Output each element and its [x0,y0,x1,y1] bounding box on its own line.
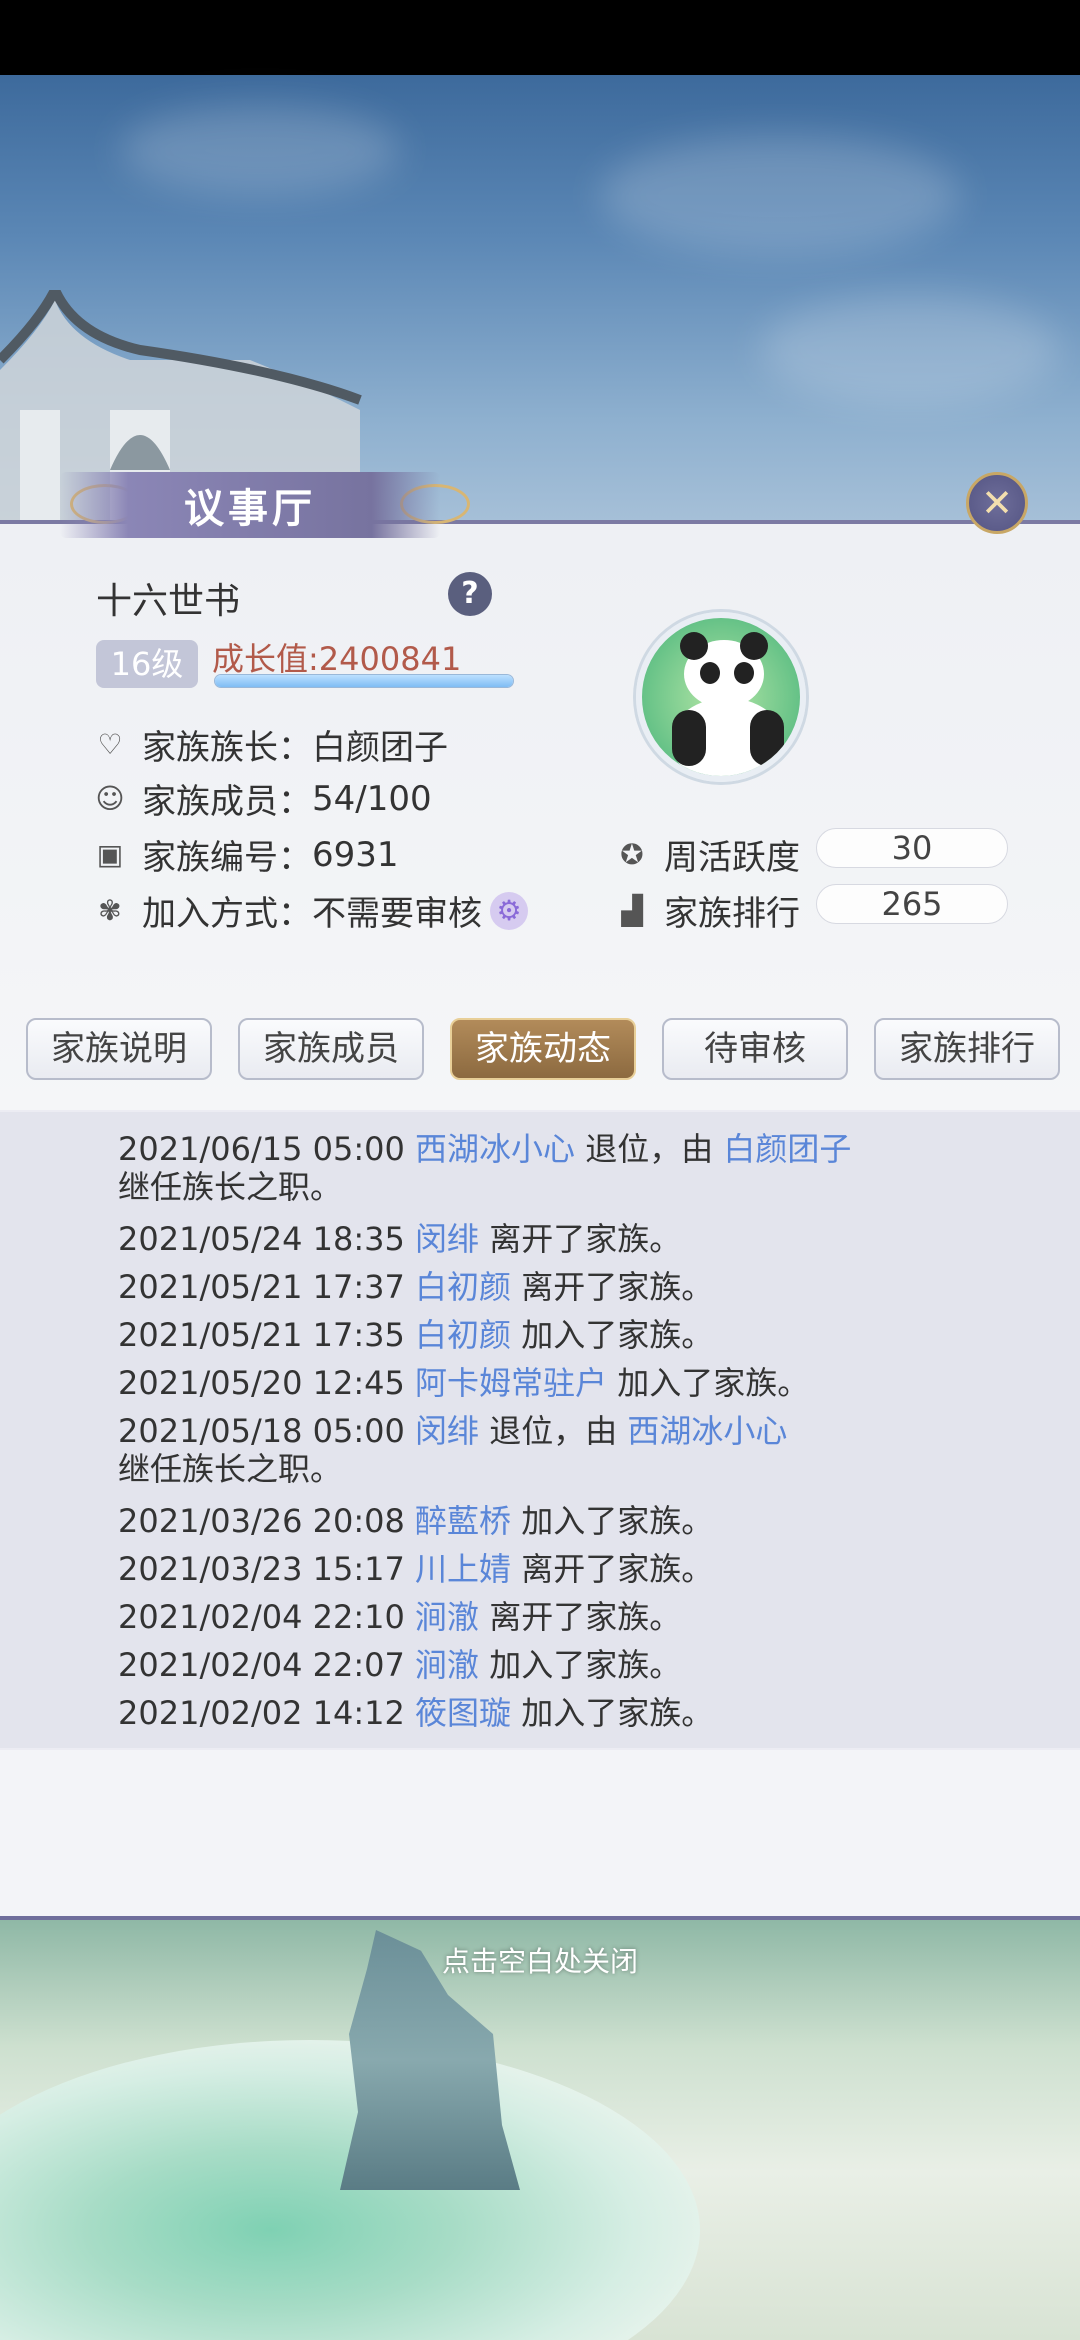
tab-pending-review[interactable]: 待审核 [662,1018,848,1080]
medal-icon: ✪ [620,837,644,871]
tab-family-ranking[interactable]: 家族排行 [874,1018,1060,1080]
level-badge: 16级 [96,640,198,688]
join-method-value: 不需要审核 [312,894,482,934]
log-entry: 2021/03/23 15:17 川上婧 离开了家族。 [118,1550,714,1588]
members-icon: ☺ [95,781,125,815]
paw-icon: ✾ [98,893,122,927]
log-entry: 2021/05/24 18:35 闵绯 离开了家族。 [118,1220,682,1258]
members-row: ☺ 家族成员： 54/100 [92,774,432,823]
close-icon: ✕ [981,481,1013,525]
growth-progress-bar [214,674,514,688]
id-card-icon: ▣ [96,837,124,871]
weekly-activity-label: 周活跃度 [664,838,800,878]
bar-chart-icon: ▟ [621,893,643,927]
weekly-activity-value: 30 [816,828,1008,868]
tab-family-description[interactable]: 家族说明 [26,1018,212,1080]
title-banner: 议事厅 [60,472,440,538]
pond-image [0,2040,700,2340]
tab-bar: 家族说明 家族成员 家族动态 待审核 家族排行 [26,1018,1060,1082]
leader-label: 家族族长： [142,728,312,768]
leader-value: 白颜团子 [312,728,448,768]
members-value: 54/100 [312,778,432,819]
garden-scene [0,1920,1080,2340]
status-bar [0,0,1080,75]
log-entry: 2021/05/21 17:37 白初颜 离开了家族。 [118,1268,714,1306]
family-rank-label: 家族排行 [664,894,800,934]
weekly-activity-row: ✪ 周活跃度 [614,830,800,879]
close-hint[interactable]: 点击空白处关闭 [0,1940,1080,1980]
family-hall-panel: 议事厅 ✕ 十六世书 ? 16级 成长值:2400841 ♡ 家族族长： 白颜团… [0,472,1080,1920]
family-rank-value: 265 [816,884,1008,924]
tab-family-activity[interactable]: 家族动态 [450,1018,636,1080]
log-entry: 2021/03/26 20:08 醉藍桥 加入了家族。 [118,1502,714,1540]
family-id-row: ▣ 家族编号： 6931 [92,830,399,879]
log-entry: 2021/02/04 22:10 涧澈 离开了家族。 [118,1598,682,1636]
family-id-value: 6931 [312,834,399,875]
join-settings-icon[interactable]: ⚙ [490,891,528,930]
log-entry: 2021/05/20 12:45 阿卡姆常驻户 加入了家族。 [118,1364,810,1402]
panda-icon [636,612,806,782]
join-method-label: 加入方式： [142,894,312,934]
log-entry: 2021/06/15 05:00 西湖冰小心 退位，由 白颜团子 继任族长之职。 [118,1130,852,1206]
help-icon[interactable]: ? [448,572,492,616]
growth-progress-fill [215,675,513,687]
family-rank-row: ▟ 家族排行 [614,886,800,935]
log-entry: 2021/02/02 14:12 筱图璇 加入了家族。 [118,1694,714,1732]
log-entry: 2021/05/18 05:00 闵绯 退位，由 西湖冰小心 继任族长之职。 [118,1412,788,1488]
family-id-label: 家族编号： [142,838,312,878]
close-button[interactable]: ✕ [966,472,1028,534]
leader-row: ♡ 家族族长： 白颜团子 [92,720,448,769]
log-entry: 2021/05/21 17:35 白初颜 加入了家族。 [118,1316,714,1354]
join-method-row: ✾ 加入方式： 不需要审核 ⚙ [92,886,528,935]
panel-title: 议事厅 [184,485,316,532]
activity-log: 2021/06/15 05:00 西湖冰小心 退位，由 白颜团子 继任族长之职。… [0,1110,1080,1750]
leader-icon: ♡ [97,727,123,761]
members-label: 家族成员： [142,782,312,822]
log-entry: 2021/02/04 22:07 涧澈 加入了家族。 [118,1646,682,1684]
tab-family-members[interactable]: 家族成员 [238,1018,424,1080]
family-name: 十六世书 [96,581,241,622]
